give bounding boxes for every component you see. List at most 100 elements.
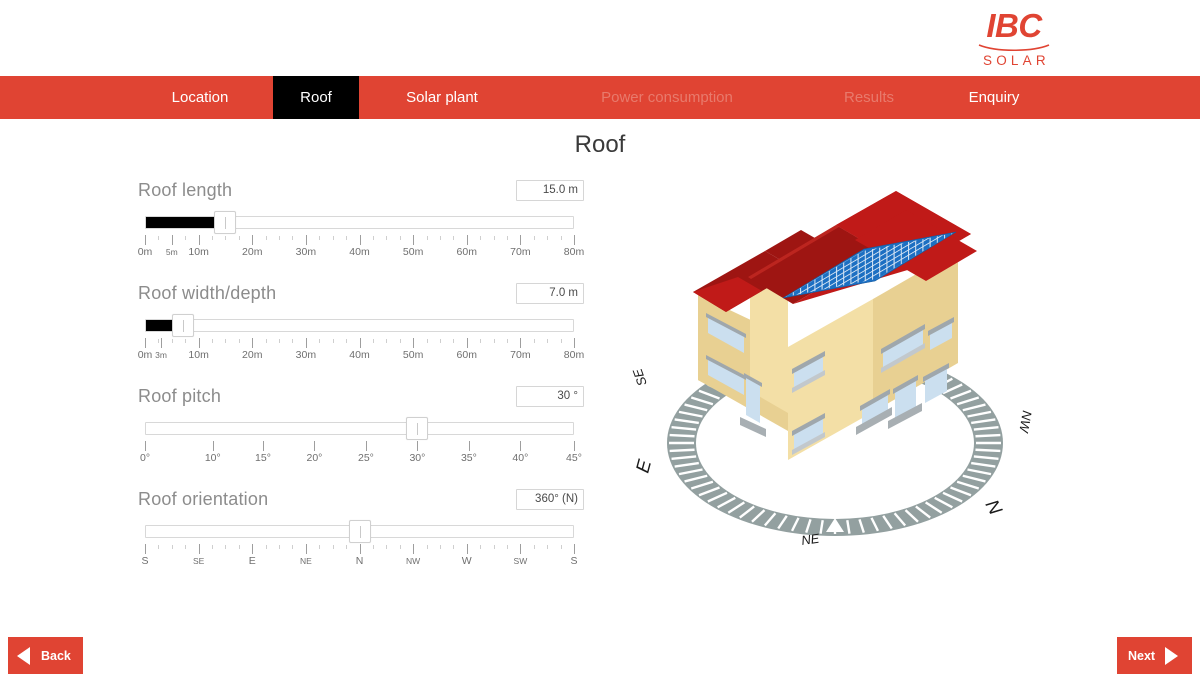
tick-minor	[238, 339, 240, 343]
tick-major	[468, 441, 470, 451]
tick-minor	[225, 545, 227, 549]
tick-minor	[332, 236, 334, 240]
tick-major	[161, 338, 163, 348]
slider-handle[interactable]	[406, 417, 429, 440]
logo-subtext: SOLAR	[983, 53, 1050, 68]
tick-minor	[292, 236, 294, 240]
slider-ticks	[145, 338, 575, 348]
slider-track-wrapper[interactable]	[138, 417, 574, 440]
tick-major	[198, 338, 200, 348]
tick-label: 45°	[566, 452, 582, 464]
slider-header: Roof length 15.0 m	[138, 180, 584, 210]
tick-minor	[480, 545, 482, 549]
tick-minor	[399, 236, 401, 240]
slider-header: Roof width/depth 7.0 m	[138, 283, 584, 313]
tick-label: 80m	[563, 246, 585, 258]
next-button[interactable]: Next	[1117, 637, 1192, 674]
nav-tab-roof[interactable]: Roof	[273, 76, 359, 119]
tick-minor	[426, 339, 428, 343]
tick-minor	[292, 545, 294, 549]
slider-track[interactable]	[145, 216, 574, 229]
tick-minor	[225, 339, 227, 343]
nav-tab-results[interactable]: Results	[820, 76, 918, 119]
tick-major	[145, 544, 146, 554]
tick-minor	[439, 545, 441, 549]
tick-label: 20m	[242, 349, 263, 361]
tick-minor	[386, 236, 388, 240]
tick-major	[198, 235, 200, 245]
tick-minor	[533, 236, 535, 240]
slider-tick-labels: 0m 5m 10m 20m 30m 40m 50m 60m 70m 80m	[138, 246, 585, 260]
slider-value-input[interactable]: 360° (N)	[516, 489, 584, 510]
tick-minor	[399, 545, 401, 549]
tick-major	[252, 235, 254, 245]
slider-track[interactable]	[145, 422, 574, 435]
tick-minor	[533, 339, 535, 343]
page-title: Roof	[574, 131, 626, 158]
arrow-left-icon	[17, 646, 30, 665]
slider-ticks	[145, 441, 575, 451]
tick-major	[520, 338, 522, 348]
tick-major	[417, 441, 419, 451]
tick-minor	[372, 545, 374, 549]
tick-minor	[439, 236, 441, 240]
slider-track-wrapper[interactable]	[138, 211, 574, 234]
tick-minor	[332, 545, 334, 549]
tick-minor	[346, 236, 348, 240]
tick-minor	[426, 236, 428, 240]
back-button[interactable]: Back	[8, 637, 83, 674]
tick-major	[413, 544, 415, 554]
compass-tick	[975, 433, 1001, 438]
tick-minor	[265, 339, 267, 343]
tick-minor	[319, 236, 321, 240]
tick-label: 10°	[204, 452, 221, 464]
tick-major	[466, 544, 468, 554]
tick-minor	[319, 545, 321, 549]
slider-value-input[interactable]: 15.0 m	[516, 180, 584, 201]
tick-major	[359, 338, 361, 348]
tick-label: 40m	[349, 349, 370, 361]
nav-tab-enquiry[interactable]: Enquiry	[944, 76, 1044, 119]
tick-label: 60m	[456, 349, 477, 361]
nav-tab-location[interactable]: Location	[120, 76, 280, 119]
slider-track[interactable]	[145, 319, 574, 332]
slider-track-wrapper[interactable]	[138, 520, 574, 543]
slider-handle[interactable]	[348, 520, 371, 543]
roof-3d-illustration: SE E NE N NW	[620, 175, 1050, 575]
slider-value-input[interactable]: 7.0 m	[516, 283, 584, 304]
nav-tab-label: Power consumption	[601, 89, 733, 106]
tick-minor	[171, 545, 173, 549]
tick-label: 25°	[357, 452, 374, 464]
slider-handle[interactable]	[214, 211, 237, 234]
slider-header: Roof orientation 360° (N)	[138, 489, 584, 519]
nav-tab-solar-plant[interactable]: Solar plant	[372, 76, 512, 119]
tick-major	[520, 235, 522, 245]
tick-major	[359, 544, 361, 554]
slider-handle[interactable]	[171, 314, 194, 337]
header: IBC SOLAR	[0, 0, 1200, 76]
tick-major	[314, 441, 316, 451]
tick-label: 3m	[155, 350, 167, 360]
tick-label: SE	[192, 556, 205, 566]
tick-label: NW	[406, 556, 421, 566]
tick-minor	[399, 339, 401, 343]
tick-label: 70m	[510, 349, 531, 361]
tick-minor	[292, 339, 294, 343]
tick-minor	[185, 236, 187, 240]
tick-minor	[372, 339, 374, 343]
tick-major	[145, 338, 146, 348]
nav-tab-power-consumption[interactable]: Power consumption	[578, 76, 756, 119]
slider-value-input[interactable]: 30 °	[516, 386, 584, 407]
tick-minor	[238, 236, 240, 240]
tick-label: N	[355, 555, 364, 567]
tick-minor	[547, 339, 549, 343]
slider-track-wrapper[interactable]	[138, 314, 574, 337]
compass-label: NW	[1016, 409, 1035, 435]
tick-minor	[158, 339, 160, 343]
tick-label: 40°	[512, 452, 529, 464]
compass-label: N	[981, 496, 1006, 518]
tick-major	[413, 235, 415, 245]
tick-label: 20°	[306, 452, 323, 464]
tick-minor	[506, 236, 508, 240]
tick-label: NE	[299, 556, 312, 566]
